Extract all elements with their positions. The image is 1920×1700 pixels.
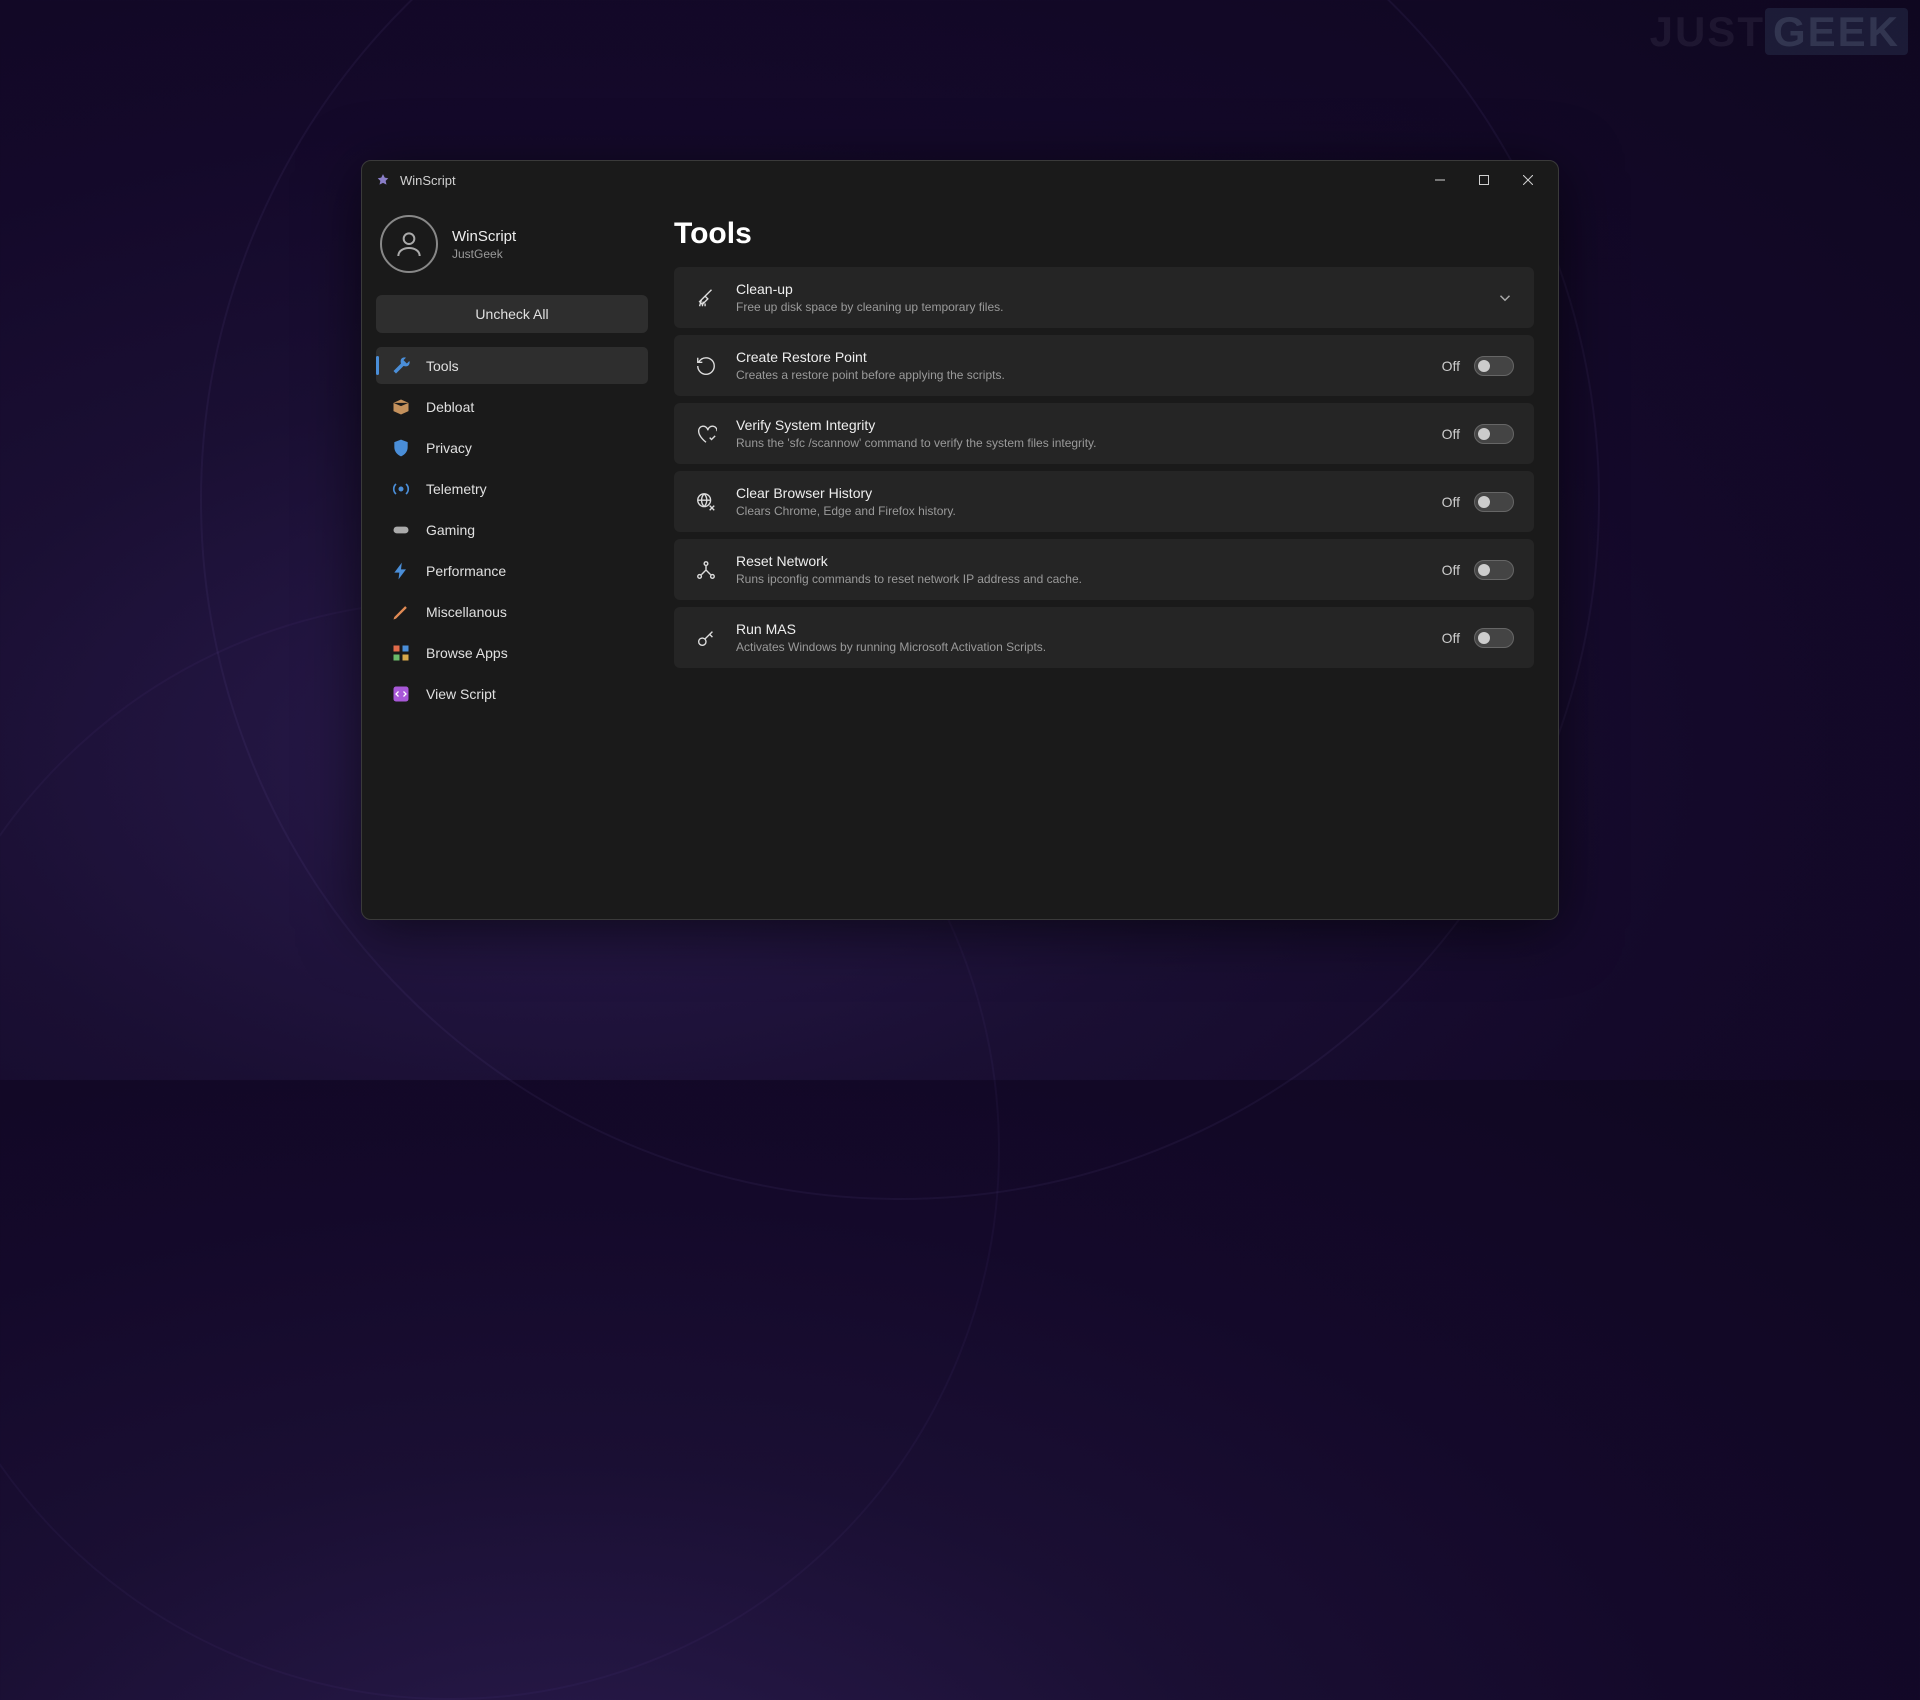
sidebar-item-debloat[interactable]: Debloat: [376, 388, 648, 425]
shield-icon: [390, 437, 412, 459]
main-content: Tools Clean-up Free up disk space by cle…: [662, 199, 1558, 919]
toggle-run-mas[interactable]: [1474, 628, 1514, 648]
globe-x-icon: [694, 490, 718, 514]
titlebar[interactable]: WinScript: [362, 161, 1558, 199]
sidebar-item-label: View Script: [426, 686, 496, 702]
sidebar-item-label: Tools: [426, 358, 459, 374]
app-window: WinScript WinScript JustGeek: [361, 160, 1559, 920]
sidebar-item-performance[interactable]: Performance: [376, 552, 648, 589]
toggle-clear-history[interactable]: [1474, 492, 1514, 512]
card-clear-history: Clear Browser History Clears Chrome, Edg…: [674, 471, 1534, 532]
sidebar-item-miscellaneous[interactable]: Miscellanous: [376, 593, 648, 630]
app-icon: [376, 173, 390, 187]
card-title: Reset Network: [736, 553, 1424, 569]
network-icon: [694, 558, 718, 582]
toggle-state: Off: [1442, 494, 1460, 510]
bolt-icon: [390, 560, 412, 582]
toggle-state: Off: [1442, 562, 1460, 578]
card-desc: Creates a restore point before applying …: [736, 368, 1424, 382]
apps-icon: [390, 642, 412, 664]
card-reset-network: Reset Network Runs ipconfig commands to …: [674, 539, 1534, 600]
wrench-icon: [390, 355, 412, 377]
toggle-restore-point[interactable]: [1474, 356, 1514, 376]
window-title: WinScript: [400, 173, 456, 188]
gamepad-icon: [390, 519, 412, 541]
minimize-button[interactable]: [1418, 164, 1462, 196]
card-run-mas: Run MAS Activates Windows by running Mic…: [674, 607, 1534, 668]
sidebar-item-label: Browse Apps: [426, 645, 508, 661]
page-title: Tools: [674, 217, 1534, 251]
profile-sub: JustGeek: [452, 247, 516, 261]
toggle-verify-integrity[interactable]: [1474, 424, 1514, 444]
card-restore-point: Create Restore Point Creates a restore p…: [674, 335, 1534, 396]
close-button[interactable]: [1506, 164, 1550, 196]
broom-icon: [694, 286, 718, 310]
avatar: [380, 215, 438, 273]
profile-name: WinScript: [452, 228, 516, 245]
card-desc: Free up disk space by cleaning up tempor…: [736, 300, 1478, 314]
toggle-state: Off: [1442, 630, 1460, 646]
package-icon: [390, 396, 412, 418]
watermark: JUSTGEEK: [1650, 8, 1908, 56]
sidebar-item-label: Gaming: [426, 522, 475, 538]
sidebar-item-browse-apps[interactable]: Browse Apps: [376, 634, 648, 671]
heart-check-icon: [694, 422, 718, 446]
sidebar: WinScript JustGeek Uncheck All Tools Deb…: [362, 199, 662, 919]
card-title: Clear Browser History: [736, 485, 1424, 501]
sidebar-item-label: Miscellanous: [426, 604, 507, 620]
sidebar-item-privacy[interactable]: Privacy: [376, 429, 648, 466]
sidebar-item-view-script[interactable]: View Script: [376, 675, 648, 712]
toggle-state: Off: [1442, 426, 1460, 442]
sidebar-item-label: Debloat: [426, 399, 474, 415]
card-title: Clean-up: [736, 281, 1478, 297]
toggle-state: Off: [1442, 358, 1460, 374]
toggle-reset-network[interactable]: [1474, 560, 1514, 580]
card-title: Create Restore Point: [736, 349, 1424, 365]
sidebar-item-gaming[interactable]: Gaming: [376, 511, 648, 548]
restore-icon: [694, 354, 718, 378]
card-desc: Runs the 'sfc /scannow' command to verif…: [736, 436, 1424, 450]
sidebar-item-telemetry[interactable]: Telemetry: [376, 470, 648, 507]
code-icon: [390, 683, 412, 705]
card-cleanup[interactable]: Clean-up Free up disk space by cleaning …: [674, 267, 1534, 328]
broadcast-icon: [390, 478, 412, 500]
card-title: Verify System Integrity: [736, 417, 1424, 433]
card-verify-integrity: Verify System Integrity Runs the 'sfc /s…: [674, 403, 1534, 464]
profile-section: WinScript JustGeek: [376, 209, 648, 291]
sidebar-item-label: Privacy: [426, 440, 472, 456]
card-desc: Runs ipconfig commands to reset network …: [736, 572, 1424, 586]
uncheck-all-button[interactable]: Uncheck All: [376, 295, 648, 333]
pencil-icon: [390, 601, 412, 623]
sidebar-item-label: Telemetry: [426, 481, 487, 497]
maximize-button[interactable]: [1462, 164, 1506, 196]
key-icon: [694, 626, 718, 650]
card-desc: Activates Windows by running Microsoft A…: [736, 640, 1424, 654]
chevron-down-icon[interactable]: [1496, 289, 1514, 307]
sidebar-item-tools[interactable]: Tools: [376, 347, 648, 384]
card-desc: Clears Chrome, Edge and Firefox history.: [736, 504, 1424, 518]
card-title: Run MAS: [736, 621, 1424, 637]
sidebar-item-label: Performance: [426, 563, 506, 579]
